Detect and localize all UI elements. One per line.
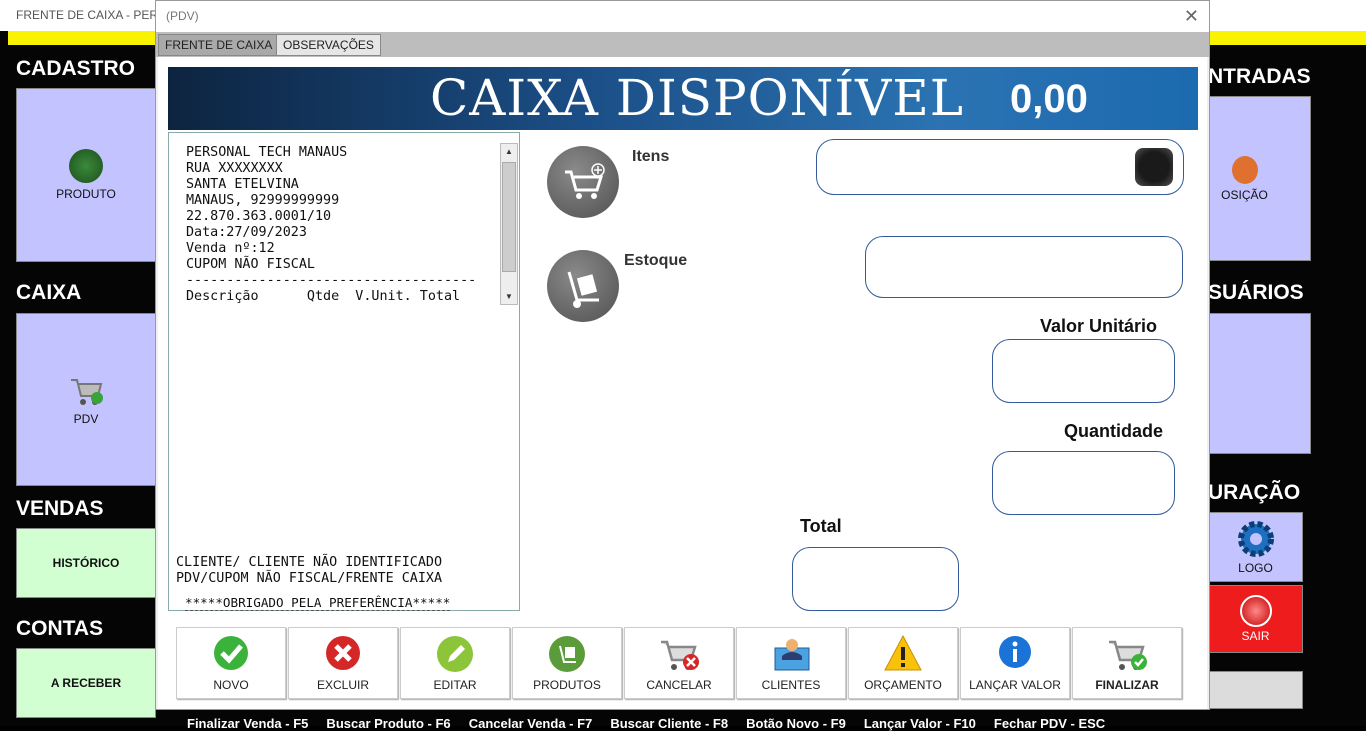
receipt-text: PERSONAL TECH MANAUS RUA XXXXXXXX SANTA … bbox=[186, 145, 477, 304]
cancelar-button[interactable]: CANCELAR bbox=[624, 627, 734, 699]
receipt-scrollbar[interactable]: ▲ ▼ bbox=[500, 143, 518, 305]
excluir-button[interactable]: EXCLUIR bbox=[288, 627, 398, 699]
tab-frente-de-caixa[interactable]: FRENTE DE CAIXA bbox=[158, 34, 280, 56]
dialog-title: (PDV) bbox=[156, 1, 1209, 32]
tile-posicao[interactable]: OSIÇÃO bbox=[1208, 96, 1311, 261]
lancar-valor-label: LANÇAR VALOR bbox=[969, 678, 1061, 692]
tile-pdv[interactable]: PDV bbox=[16, 313, 156, 486]
box-icon bbox=[1231, 155, 1258, 184]
banner-title: CAIXA DISPONÍVEL bbox=[430, 69, 964, 127]
tile-historico[interactable]: HISTÓRICO bbox=[16, 528, 156, 598]
total-label: Total bbox=[800, 516, 842, 536]
section-vendas: VENDAS bbox=[16, 497, 104, 520]
tile-historico-label: HISTÓRICO bbox=[52, 556, 120, 570]
quantidade-field[interactable] bbox=[992, 451, 1175, 515]
editar-button[interactable]: EDITAR bbox=[400, 627, 510, 699]
barcode-icon[interactable] bbox=[1135, 148, 1173, 186]
produto-icon bbox=[69, 149, 103, 183]
itens-button[interactable] bbox=[547, 146, 619, 218]
section-cadastro: CADASTRO bbox=[16, 57, 135, 80]
valor-unitario-field[interactable] bbox=[992, 339, 1175, 403]
section-entradas: NTRADAS bbox=[1208, 65, 1311, 88]
clientes-label: CLIENTES bbox=[761, 678, 821, 692]
section-usuarios: SUÁRIOS bbox=[1208, 281, 1304, 304]
shortcut-bar: Finalizar Venda - F5 Buscar Produto - F6… bbox=[187, 716, 1106, 731]
section-configuracao: URAÇÃO bbox=[1208, 481, 1301, 504]
tile-logo[interactable]: LOGO bbox=[1208, 512, 1303, 582]
pencil-icon bbox=[435, 634, 475, 677]
excluir-label: EXCLUIR bbox=[316, 678, 369, 692]
tile-posicao-label: OSIÇÃO bbox=[1221, 187, 1268, 202]
cart-cancel-icon bbox=[657, 634, 701, 677]
orcamento-button[interactable]: ORÇAMENTO bbox=[848, 627, 958, 699]
tile-produto-label: PRODUTO bbox=[56, 187, 116, 201]
tile-pdv-label: PDV bbox=[73, 411, 99, 426]
tile-a-receber-label: A RECEBER bbox=[50, 676, 122, 690]
warning-icon bbox=[883, 634, 923, 675]
banner-value: 0,00 bbox=[1010, 77, 1088, 121]
cancelar-label: CANCELAR bbox=[646, 678, 712, 692]
pdv-dialog: (PDV) ✕ FRENTE DE CAIXA OBSERVAÇÕES CAIX… bbox=[155, 0, 1210, 710]
close-icon[interactable]: ✕ bbox=[1184, 6, 1199, 27]
novo-label: NOVO bbox=[213, 678, 249, 692]
action-toolbar: NOVO EXCLUIR EDITAR PRODUTOS CANCELAR CL… bbox=[176, 627, 1186, 699]
cart-icon bbox=[68, 374, 104, 408]
gear-icon bbox=[1236, 519, 1276, 559]
valor-unitario-label: Valor Unitário bbox=[1040, 316, 1158, 336]
tile-produto[interactable]: PRODUTO bbox=[16, 88, 156, 262]
receipt-footer: CLIENTE/ CLIENTE NÃO IDENTIFICADO PDV/CU… bbox=[176, 555, 443, 586]
check-icon bbox=[212, 634, 250, 675]
tab-strip: FRENTE DE CAIXA OBSERVAÇÕES bbox=[156, 32, 1209, 57]
tile-sair[interactable]: SAIR bbox=[1208, 585, 1303, 653]
quantidade-label: Quantidade bbox=[1064, 421, 1164, 441]
hand-truck-icon bbox=[567, 271, 599, 308]
delete-icon bbox=[324, 634, 362, 675]
section-caixa: CAIXA bbox=[16, 281, 82, 304]
estoque-field[interactable] bbox=[865, 236, 1183, 298]
receipt-thanks: *****OBRIGADO PELA PREFERÊNCIA***** bbox=[185, 595, 451, 611]
produtos-label: PRODUTOS bbox=[533, 678, 601, 692]
cart-add-icon bbox=[565, 163, 605, 199]
finalizar-label: FINALIZAR bbox=[1095, 678, 1159, 692]
tile-sair-label: SAIR bbox=[1241, 629, 1270, 643]
estoque-button[interactable] bbox=[547, 250, 619, 322]
tile-logo-label: LOGO bbox=[1238, 561, 1273, 575]
info-icon bbox=[997, 634, 1033, 673]
scroll-down-icon[interactable]: ▼ bbox=[502, 289, 516, 304]
clientes-button[interactable]: CLIENTES bbox=[736, 627, 846, 699]
tile-blank[interactable] bbox=[1208, 671, 1303, 709]
tile-a-receber[interactable]: A RECEBER bbox=[16, 648, 156, 718]
receipt-box[interactable]: PERSONAL TECH MANAUS RUA XXXXXXXX SANTA … bbox=[168, 132, 520, 611]
clientes-icon bbox=[769, 634, 813, 677]
itens-label: Itens bbox=[632, 148, 670, 165]
status-banner: CAIXA DISPONÍVEL 0,00 bbox=[168, 67, 1198, 130]
editar-label: EDITAR bbox=[433, 678, 477, 692]
lancar-valor-button[interactable]: LANÇAR VALOR bbox=[960, 627, 1070, 699]
novo-button[interactable]: NOVO bbox=[176, 627, 286, 699]
produtos-button[interactable]: PRODUTOS bbox=[512, 627, 622, 699]
total-field[interactable] bbox=[792, 547, 959, 611]
tile-usuarios[interactable] bbox=[1208, 313, 1311, 454]
section-contas: CONTAS bbox=[16, 617, 104, 640]
estoque-label: Estoque bbox=[624, 252, 688, 269]
itens-field[interactable] bbox=[816, 139, 1184, 195]
power-icon bbox=[1239, 595, 1272, 627]
finalizar-button[interactable]: FINALIZAR bbox=[1072, 627, 1182, 699]
main-panel: CAIXA DISPONÍVEL 0,00 PERSONAL TECH MANA… bbox=[158, 57, 1207, 709]
produtos-icon bbox=[547, 634, 587, 677]
scroll-up-icon[interactable]: ▲ bbox=[502, 144, 516, 159]
tab-observacoes[interactable]: OBSERVAÇÕES bbox=[276, 34, 381, 56]
scroll-thumb[interactable] bbox=[502, 162, 516, 272]
cart-check-icon bbox=[1105, 634, 1149, 677]
orcamento-label: ORÇAMENTO bbox=[864, 678, 942, 692]
